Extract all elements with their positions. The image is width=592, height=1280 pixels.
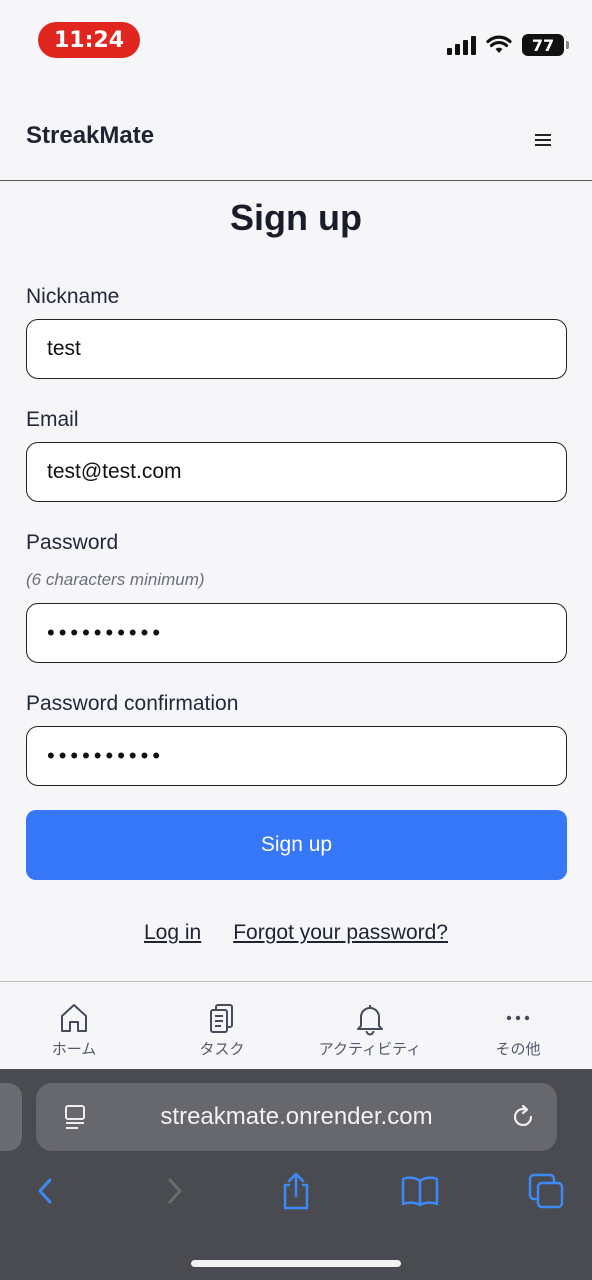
tab-activity-label: アクティビティ [318,1040,422,1058]
email-field[interactable] [26,442,567,502]
nickname-label: Nickname [26,285,120,308]
chevron-left-icon [38,1178,52,1204]
battery-icon: 77 [522,34,569,56]
tab-tasks[interactable]: タスク [148,982,296,1069]
password-field[interactable] [26,603,567,663]
address-bar[interactable]: streakmate.onrender.com [36,1083,557,1151]
password-confirmation-field[interactable] [26,726,567,786]
status-icons: 77 [447,34,569,56]
status-time: 11:24 [38,22,140,58]
clipboard-icon [210,1004,233,1033]
previous-tab[interactable] [0,1083,22,1151]
share-icon [283,1172,309,1210]
page-title: Sign up [230,197,362,238]
home-indicator [191,1260,401,1267]
app-header: StreakMate [0,100,592,181]
tab-more-label: その他 [495,1040,541,1058]
browser-toolbar: streakmate.onrender.com [0,1069,592,1280]
tab-activity[interactable]: アクティビティ [296,982,444,1069]
brand-logo[interactable]: StreakMate [26,122,154,150]
more-icon [506,1015,530,1021]
forward-button[interactable] [152,1169,196,1213]
password-label: Password [26,531,119,554]
tab-home[interactable]: ホーム [0,982,148,1069]
url-text: streakmate.onrender.com [160,1103,433,1130]
reload-icon[interactable] [509,1103,537,1131]
browser-nav [0,1169,592,1219]
home-icon [61,1004,87,1032]
chevron-right-icon [168,1178,182,1204]
wifi-icon [486,35,512,53]
share-button[interactable] [274,1169,318,1213]
tab-bar: ホーム タスク アクティビティ その他 [0,981,592,1069]
password-confirmation-label: Password confirmation [26,692,239,715]
tab-home-label: ホーム [51,1040,97,1058]
hamburger-icon [535,134,551,146]
tab-tasks-label: タスク [199,1040,245,1058]
nickname-field[interactable] [26,319,567,379]
email-label: Email [26,408,79,431]
tabs-icon [528,1173,564,1209]
log-in-link[interactable]: Log in [144,921,201,945]
password-hint: (6 characters minimum) [26,570,205,589]
book-icon [401,1176,439,1207]
tab-more[interactable]: その他 [444,982,592,1069]
forgot-password-link[interactable]: Forgot your password? [233,921,448,945]
signup-form: Sign up Nickname Email Password (6 chara… [0,181,592,981]
sign-up-button[interactable]: Sign up [26,810,567,880]
cellular-signal-icon [447,35,476,55]
back-button[interactable] [24,1169,68,1213]
status-bar: 11:24 77 [0,0,592,100]
bell-icon [357,1005,383,1036]
menu-button[interactable] [528,127,558,153]
tabs-button[interactable] [524,1169,568,1213]
bookmarks-button[interactable] [398,1169,442,1213]
auth-links: Log in Forgot your password? [0,921,592,945]
